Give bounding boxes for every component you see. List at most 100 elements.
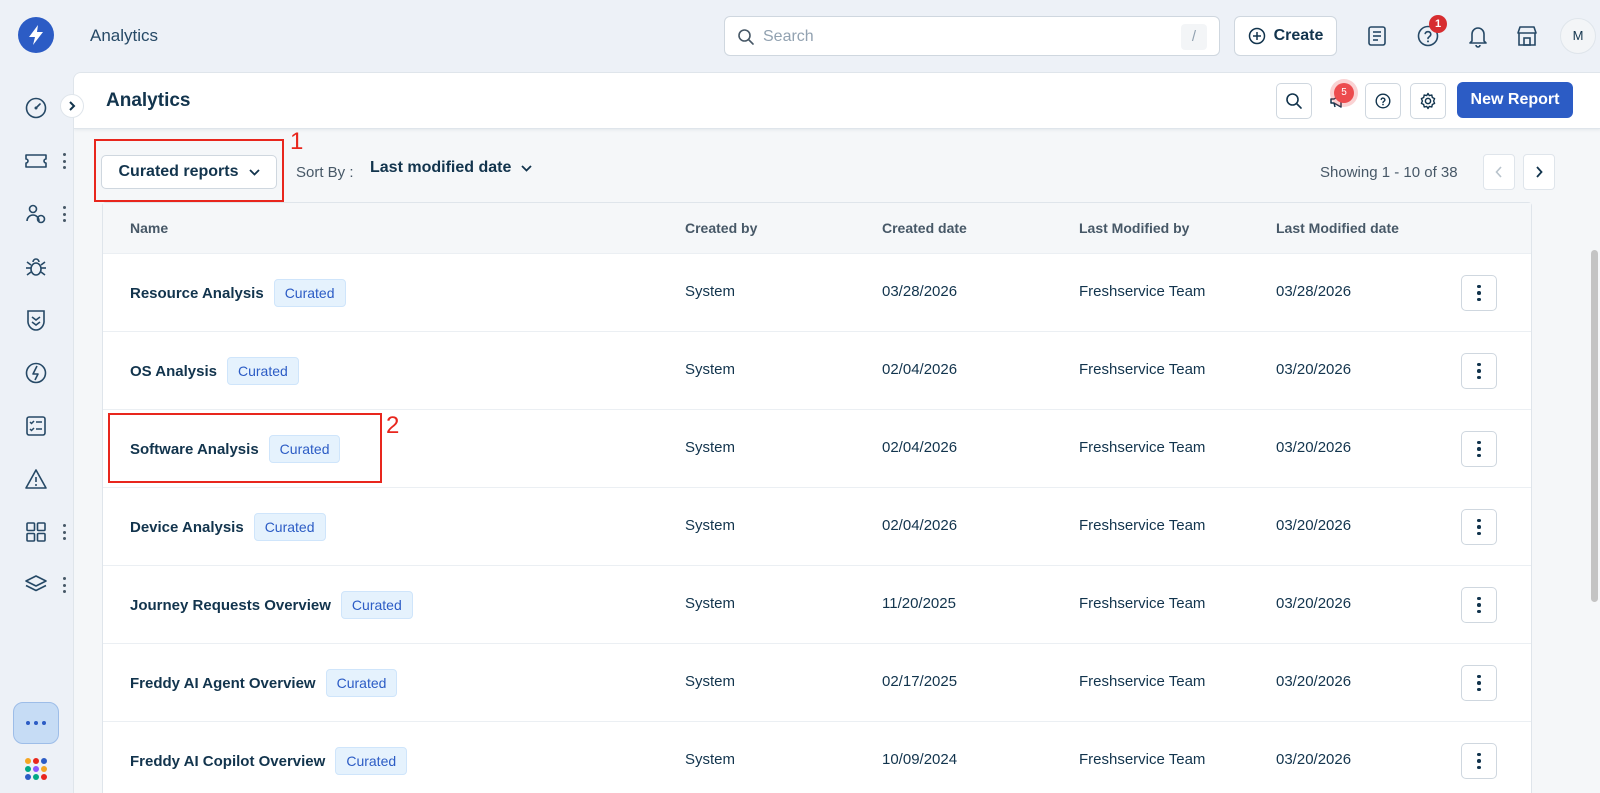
changes-icon[interactable] — [20, 357, 52, 389]
previous-page-button[interactable] — [1483, 154, 1515, 190]
created-by-cell: System — [685, 751, 736, 768]
page-header: Analytics 5 New Report — [74, 73, 1600, 129]
modified-date-cell: 03/28/2026 — [1276, 283, 1352, 300]
modified-date-cell: 03/20/2026 — [1276, 595, 1352, 612]
annotation-number-1: 1 — [290, 128, 304, 155]
sort-by-label: Sort By : — [296, 164, 354, 181]
alert-icon[interactable] — [20, 463, 52, 495]
reports-table: Name Created by Created date Last Modifi… — [102, 202, 1532, 793]
column-header-last-modified-date[interactable]: Last Modified date — [1276, 220, 1399, 236]
grid-menu-icon[interactable] — [60, 524, 68, 540]
report-name-link[interactable]: Freddy AI Copilot Overview — [130, 753, 325, 770]
column-header-created-date[interactable]: Created date — [882, 220, 967, 236]
plus-circle-icon — [1248, 27, 1266, 45]
column-header-created-by[interactable]: Created by — [685, 220, 757, 236]
service-catalog-icon[interactable] — [1364, 22, 1392, 50]
create-button[interactable]: Create — [1234, 16, 1337, 56]
table-row[interactable]: Journey Requests Overview Curated System… — [103, 566, 1531, 644]
search-placeholder: Search — [763, 28, 814, 45]
grid-icon[interactable] — [20, 516, 52, 548]
annotation-box-1 — [94, 139, 284, 202]
report-name-link[interactable]: OS Analysis — [130, 363, 217, 380]
table-row[interactable]: Freddy AI Copilot Overview Curated Syste… — [103, 722, 1531, 793]
row-actions-button[interactable] — [1461, 743, 1497, 779]
column-header-last-modified-by[interactable]: Last Modified by — [1079, 220, 1189, 236]
bell-icon[interactable] — [1464, 22, 1492, 50]
row-actions-button[interactable] — [1461, 353, 1497, 389]
modified-date-cell: 03/20/2026 — [1276, 517, 1352, 534]
curated-tag: Curated — [226, 357, 299, 385]
freshservice-logo-icon[interactable] — [18, 17, 54, 53]
sort-by-value: Last modified date — [370, 159, 512, 176]
shield-icon[interactable] — [20, 304, 52, 336]
page-title: Analytics — [106, 90, 191, 111]
layers-menu-icon[interactable] — [60, 577, 68, 593]
chevron-left-icon — [1495, 166, 1503, 178]
report-name-link[interactable]: Device Analysis — [130, 519, 244, 536]
report-name-link[interactable]: Journey Requests Overview — [130, 597, 331, 614]
modified-date-cell: 03/20/2026 — [1276, 361, 1352, 378]
next-page-button[interactable] — [1523, 154, 1555, 190]
ticket-menu-icon[interactable] — [60, 153, 68, 169]
table-row[interactable]: Device Analysis Curated System 02/04/202… — [103, 488, 1531, 566]
report-name-link[interactable]: Resource Analysis — [130, 285, 264, 302]
modified-date-cell: 03/20/2026 — [1276, 439, 1352, 456]
report-name-cell: Freddy AI Copilot Overview Curated — [130, 722, 408, 793]
created-by-cell: System — [685, 517, 736, 534]
gear-icon — [1419, 92, 1437, 110]
sidebar — [0, 72, 72, 793]
created-by-cell: System — [685, 439, 736, 456]
modified-by-cell: Freshservice Team — [1079, 517, 1206, 534]
settings-button[interactable] — [1410, 83, 1446, 119]
row-actions-button[interactable] — [1461, 509, 1497, 545]
ticket-icon[interactable] — [20, 145, 52, 177]
dashboard-icon[interactable] — [20, 92, 52, 124]
modified-date-cell: 03/20/2026 — [1276, 751, 1352, 768]
tasks-icon[interactable] — [20, 410, 52, 442]
table-header: Name Created by Created date Last Modifi… — [103, 203, 1531, 254]
row-actions-button[interactable] — [1461, 431, 1497, 467]
curated-tag: Curated — [325, 669, 398, 697]
report-name-cell: Device Analysis Curated — [130, 488, 326, 566]
sort-by-dropdown[interactable]: Last modified date — [370, 159, 532, 177]
created-date-cell: 11/20/2025 — [882, 595, 956, 612]
curated-tag: Curated — [335, 747, 408, 775]
created-by-cell: System — [685, 673, 736, 690]
more-apps-button[interactable] — [13, 702, 59, 744]
curated-tag: Curated — [340, 591, 413, 619]
row-actions-button[interactable] — [1461, 665, 1497, 701]
row-actions-button[interactable] — [1461, 587, 1497, 623]
page-scrollbar[interactable] — [1591, 250, 1598, 602]
table-row[interactable]: Freddy AI Agent Overview Curated System … — [103, 644, 1531, 722]
report-search-button[interactable] — [1276, 83, 1312, 119]
created-date-cell: 10/09/2024 — [882, 751, 958, 768]
users-icon[interactable] — [20, 198, 52, 230]
report-name-cell: Freddy AI Agent Overview Curated — [130, 644, 398, 722]
search-icon — [1285, 92, 1303, 110]
new-report-button[interactable]: New Report — [1457, 82, 1573, 118]
created-date-cell: 02/04/2026 — [882, 439, 958, 456]
created-date-cell: 02/17/2025 — [882, 673, 958, 690]
modified-by-cell: Freshservice Team — [1079, 595, 1206, 612]
global-search-input[interactable]: Search / — [724, 16, 1220, 56]
row-actions-button[interactable] — [1461, 275, 1497, 311]
app-switcher-icon[interactable] — [25, 758, 47, 780]
users-menu-icon[interactable] — [60, 206, 68, 222]
store-icon[interactable] — [1513, 22, 1541, 50]
help-button[interactable] — [1365, 83, 1401, 119]
top-bar: Analytics Search / Create 1 M — [0, 0, 1600, 72]
app-title: Analytics — [90, 26, 159, 45]
report-name-link[interactable]: Freddy AI Agent Overview — [130, 675, 316, 692]
table-row[interactable]: Resource Analysis Curated System 03/28/2… — [103, 254, 1531, 332]
created-by-cell: System — [685, 595, 736, 612]
user-avatar[interactable]: M — [1560, 18, 1596, 54]
created-date-cell: 03/28/2026 — [882, 283, 958, 300]
bug-icon[interactable] — [20, 251, 52, 283]
layers-icon[interactable] — [20, 569, 52, 601]
table-row[interactable]: OS Analysis Curated System 02/04/2026 Fr… — [103, 332, 1531, 410]
created-date-cell: 02/04/2026 — [882, 517, 958, 534]
expand-sidebar-button[interactable] — [60, 94, 84, 118]
column-header-name[interactable]: Name — [130, 220, 168, 236]
annotation-number-2: 2 — [386, 412, 400, 439]
report-name-cell: Journey Requests Overview Curated — [130, 566, 413, 644]
